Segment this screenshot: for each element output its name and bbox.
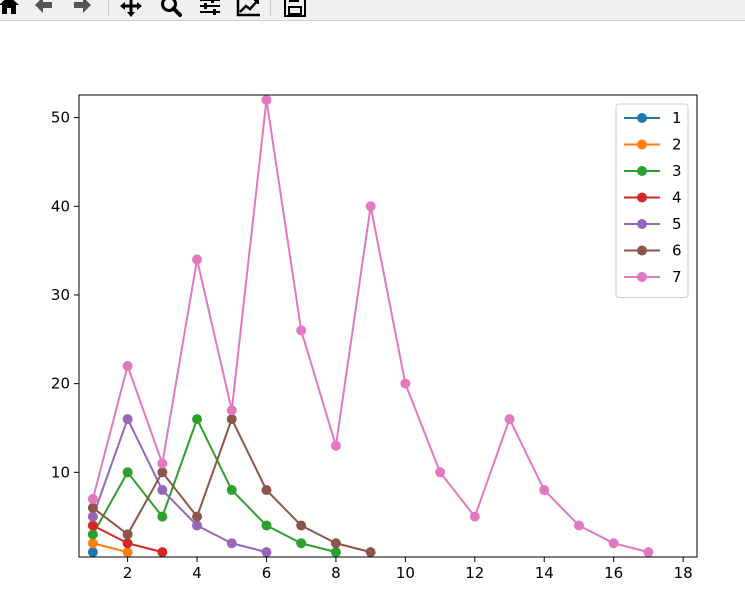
data-point bbox=[261, 520, 272, 531]
toolbar-separator bbox=[270, 0, 271, 16]
data-point bbox=[261, 485, 272, 496]
data-point bbox=[87, 511, 98, 522]
legend-label: 2 bbox=[672, 136, 682, 154]
legend-marker bbox=[637, 219, 647, 229]
data-point bbox=[469, 511, 480, 522]
save-button[interactable] bbox=[282, 0, 308, 17]
data-point bbox=[122, 547, 133, 558]
legend-label: 6 bbox=[672, 242, 682, 260]
data-point bbox=[192, 520, 203, 531]
y-tick-label: 50 bbox=[51, 109, 70, 127]
legend-label: 5 bbox=[672, 215, 682, 233]
data-point bbox=[157, 511, 168, 522]
data-point bbox=[226, 414, 237, 425]
legend-label: 3 bbox=[672, 162, 682, 180]
data-point bbox=[87, 502, 98, 513]
data-point bbox=[261, 547, 272, 558]
y-tick-label: 40 bbox=[51, 197, 70, 215]
back-button[interactable] bbox=[30, 0, 56, 16]
home-button[interactable] bbox=[0, 0, 22, 16]
data-point bbox=[608, 538, 619, 549]
x-tick-label: 12 bbox=[465, 564, 484, 582]
data-point bbox=[157, 467, 168, 478]
pan-button[interactable] bbox=[118, 0, 144, 17]
data-point bbox=[157, 458, 168, 469]
x-tick-label: 4 bbox=[192, 564, 202, 582]
data-point bbox=[296, 538, 307, 549]
legend-marker bbox=[637, 272, 647, 282]
data-point bbox=[504, 414, 515, 425]
x-tick-label: 16 bbox=[604, 564, 623, 582]
data-point bbox=[122, 414, 133, 425]
legend-label: 1 bbox=[672, 109, 682, 127]
edit-axis-button[interactable] bbox=[236, 0, 262, 17]
zoom-magnifier-icon bbox=[161, 0, 182, 17]
data-point bbox=[296, 520, 307, 531]
back-arrow-icon bbox=[35, 0, 52, 13]
edit-axis-icon bbox=[236, 0, 260, 17]
data-point bbox=[643, 547, 654, 558]
x-tick-label: 6 bbox=[262, 564, 272, 582]
x-tick-label: 14 bbox=[535, 564, 554, 582]
zoom-button[interactable] bbox=[158, 0, 184, 17]
data-point bbox=[226, 538, 237, 549]
legend-marker bbox=[637, 245, 647, 256]
data-point bbox=[87, 520, 98, 531]
configure-subplots-button[interactable] bbox=[197, 0, 223, 16]
y-tick-label: 20 bbox=[51, 375, 70, 393]
data-point bbox=[87, 547, 98, 558]
legend-marker bbox=[637, 113, 647, 123]
x-tick-label: 2 bbox=[123, 564, 133, 582]
series-1 bbox=[87, 547, 98, 558]
data-point bbox=[539, 485, 550, 496]
data-point bbox=[365, 201, 376, 212]
data-point bbox=[365, 547, 376, 558]
data-point bbox=[122, 360, 133, 371]
x-tick-label: 10 bbox=[396, 564, 415, 582]
data-point bbox=[122, 538, 133, 549]
configure-subplots-icon bbox=[200, 0, 220, 15]
legend-marker bbox=[637, 192, 647, 203]
x-tick-label: 8 bbox=[331, 564, 341, 582]
forward-arrow-icon bbox=[74, 0, 91, 13]
legend: 1 2 3 4 5 6 7 bbox=[615, 103, 689, 298]
data-point bbox=[330, 547, 341, 558]
data-point bbox=[192, 414, 203, 425]
data-point bbox=[400, 378, 411, 389]
forward-button[interactable] bbox=[70, 0, 96, 16]
data-point bbox=[330, 538, 341, 549]
x-tick-label: 18 bbox=[674, 564, 693, 582]
data-point bbox=[296, 325, 307, 336]
legend-label: 4 bbox=[672, 189, 682, 207]
y-tick-label: 30 bbox=[51, 286, 70, 304]
home-icon bbox=[0, 0, 19, 14]
data-point bbox=[192, 254, 203, 265]
data-point bbox=[122, 529, 133, 540]
data-point bbox=[226, 485, 237, 496]
data-point bbox=[330, 440, 341, 451]
data-point bbox=[157, 547, 168, 558]
data-point bbox=[573, 520, 584, 531]
data-point bbox=[192, 511, 203, 522]
legend-label: 7 bbox=[672, 268, 682, 286]
data-point bbox=[157, 485, 168, 496]
toolbar-separator bbox=[108, 0, 109, 16]
line-chart: 2 4 6 8 10 12 14 16 181020304050 1234567 bbox=[0, 22, 745, 606]
y-tick-label: 10 bbox=[51, 463, 70, 481]
data-point bbox=[87, 538, 98, 549]
data-point bbox=[261, 94, 272, 105]
toolbar bbox=[0, 0, 745, 21]
data-point bbox=[87, 493, 98, 504]
save-floppy-icon bbox=[284, 0, 306, 17]
data-point bbox=[87, 529, 98, 540]
legend-marker bbox=[637, 166, 647, 176]
data-point bbox=[226, 405, 237, 416]
legend-marker bbox=[637, 139, 647, 150]
pan-move-icon bbox=[120, 0, 142, 17]
data-point bbox=[122, 467, 133, 478]
data-point bbox=[435, 467, 446, 478]
